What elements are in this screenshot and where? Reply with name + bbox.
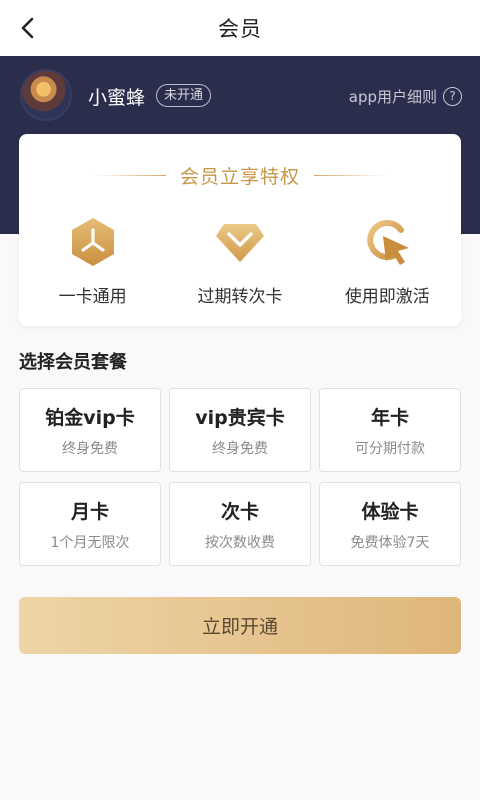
plan-desc: 终身免费 [212,440,268,457]
plan-desc: 终身免费 [62,440,118,457]
privilege-title-row: 会员立享特权 [19,162,461,188]
page-title: 会员 [218,17,262,41]
plan-name: 年卡 [370,406,409,429]
plan-option-trial[interactable]: 体验卡 免费体验7天 [319,482,461,566]
back-button[interactable] [12,12,44,44]
plan-grid: 铂金vip卡 终身免费 vip贵宾卡 终身免费 年卡 可分期付款 月卡 1个月无… [19,388,461,566]
user-name: 小蜜蜂 [88,87,146,109]
question-circle-icon: ? [443,86,462,106]
diamond-chevron-icon [215,224,264,262]
hexagon-split-icon [71,218,114,266]
cursor-click-icon [367,220,410,265]
plan-name: 月卡 [70,500,109,523]
plan-name: 铂金vip卡 [45,406,135,429]
avatar[interactable] [20,69,72,121]
plan-option-monthly[interactable]: 月卡 1个月无限次 [19,482,161,566]
plan-name: vip贵宾卡 [195,406,285,429]
title-divider-right [314,174,386,176]
privilege-item-expire-convert: 过期转次卡 [166,216,313,316]
plan-option-pay-per-use[interactable]: 次卡 按次数收费 [169,482,311,566]
plan-desc: 1个月无限次 [50,534,130,551]
privilege-card: 会员立享特权 一卡通用 过期转次卡 使用即激活 [19,134,461,326]
privilege-item-universal: 一卡通用 [19,216,166,316]
nav-bar: 会员 [0,0,480,56]
privilege-label: 一卡通用 [58,287,127,307]
privilege-list: 一卡通用 过期转次卡 使用即激活 [19,216,461,316]
user-rules-link[interactable]: app用户细则 ? [349,84,462,108]
privilege-label: 使用即激活 [344,287,430,307]
chevron-left-icon [21,17,34,39]
privilege-item-activate: 使用即激活 [314,216,461,316]
user-rules-label: app用户细则 [348,87,437,106]
plan-option-vip-guest[interactable]: vip贵宾卡 终身免费 [169,388,311,472]
plan-desc: 免费体验7天 [350,534,430,551]
open-membership-button[interactable]: 立即开通 [19,597,461,654]
plan-name: 体验卡 [361,500,419,523]
privilege-title: 会员立享特权 [179,165,300,188]
plan-option-platinum-vip[interactable]: 铂金vip卡 终身免费 [19,388,161,472]
status-badge: 未开通 [156,84,212,107]
plan-name: 次卡 [220,500,259,523]
privilege-label: 过期转次卡 [197,287,283,307]
plan-option-annual[interactable]: 年卡 可分期付款 [319,388,461,472]
title-divider-left [93,174,166,176]
plan-desc: 按次数收费 [205,534,275,551]
plan-desc: 可分期付款 [355,440,425,457]
plans-section-title: 选择会员套餐 [19,352,127,373]
